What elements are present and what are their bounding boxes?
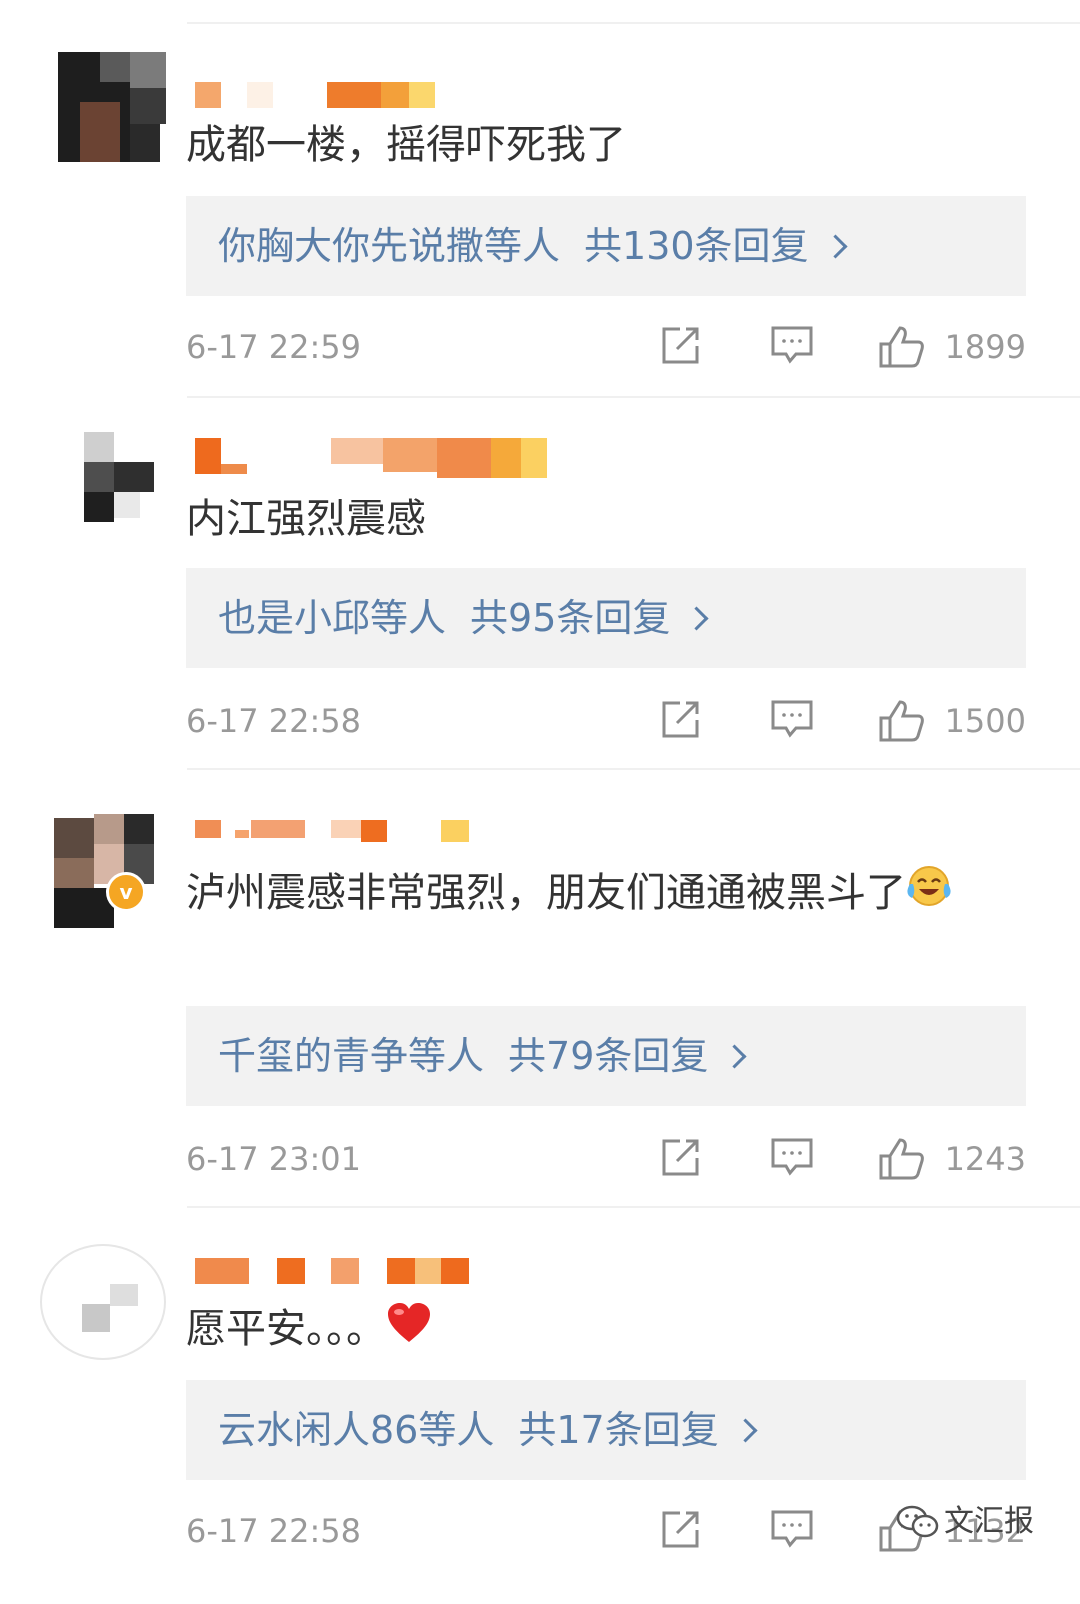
reply-summary[interactable]: 你胸大你先说撒等人 共130条回复: [186, 196, 1026, 296]
comment-time: 6-17 22:58: [186, 702, 362, 740]
reply-users: 云水闲人86等人: [218, 1408, 495, 1452]
top-divider: [187, 22, 1080, 24]
verified-badge: v: [106, 872, 146, 912]
chevron-right-icon: [733, 1418, 758, 1443]
like-count: 1500: [944, 702, 1026, 740]
comment-divider: [187, 396, 1080, 398]
username-blurred[interactable]: [195, 820, 469, 846]
like-count: 1243: [944, 1140, 1026, 1178]
reply-users: 也是小邱等人: [218, 596, 447, 640]
laughing-crying-emoji: [906, 864, 952, 926]
comment-divider: [187, 1206, 1080, 1208]
reply-summary[interactable]: 云水闲人86等人 共17条回复: [186, 1380, 1026, 1480]
thumbs-up-icon[interactable]: [878, 698, 926, 746]
reply-count: 共95条回复: [470, 596, 671, 640]
share-icon[interactable]: [660, 324, 702, 370]
share-icon[interactable]: [660, 1508, 702, 1554]
comment-meta: 6-17 22:58 1500: [186, 696, 1026, 746]
thumbs-up-icon[interactable]: [878, 1136, 926, 1184]
comment-text: 内江强烈震感: [186, 496, 426, 542]
reply-summary[interactable]: 千玺的青争等人 共79条回复: [186, 1006, 1026, 1106]
comment-icon[interactable]: [770, 324, 814, 370]
reply-count: 共130条回复: [584, 224, 809, 268]
chevron-right-icon: [722, 1044, 747, 1069]
like-count: 1899: [944, 328, 1026, 366]
thumbs-up-icon[interactable]: [878, 324, 926, 372]
red-heart-emoji: [386, 1300, 432, 1362]
avatar[interactable]: [40, 1244, 166, 1360]
comment-meta: 6-17 22:59 1899: [186, 322, 1026, 372]
avatar[interactable]: [40, 432, 166, 548]
comment-icon[interactable]: [770, 698, 814, 744]
comment-text: 泸州震感非常强烈，朋友们通通被黑斗了: [186, 862, 1020, 926]
watermark-text: 文汇报: [944, 1504, 1034, 1539]
comment-icon[interactable]: [770, 1508, 814, 1554]
comment-divider: [187, 768, 1080, 770]
avatar[interactable]: v: [40, 814, 166, 930]
comment-time: 6-17 22:58: [186, 1512, 362, 1550]
username-blurred[interactable]: [195, 82, 435, 108]
reply-users: 你胸大你先说撒等人: [218, 224, 561, 268]
comment-icon[interactable]: [770, 1136, 814, 1182]
username-blurred[interactable]: [195, 1258, 469, 1284]
reply-count: 共79条回复: [508, 1034, 709, 1078]
comment-text: 愿平安。。。: [186, 1298, 1020, 1362]
reply-count: 共17条回复: [518, 1408, 719, 1452]
share-icon[interactable]: [660, 698, 702, 744]
share-icon[interactable]: [660, 1136, 702, 1182]
chevron-right-icon: [684, 606, 709, 631]
comment-text: 成都一楼，摇得吓死我了: [186, 122, 626, 168]
comment-time: 6-17 22:59: [186, 328, 362, 366]
reply-summary[interactable]: 也是小邱等人 共95条回复: [186, 568, 1026, 668]
comment-meta: 6-17 23:01 1243: [186, 1134, 1026, 1184]
username-blurred[interactable]: [195, 438, 547, 478]
reply-users: 千玺的青争等人: [218, 1034, 485, 1078]
comment-time: 6-17 23:01: [186, 1140, 362, 1178]
wechat-logo-icon: [896, 1504, 940, 1544]
avatar[interactable]: [40, 52, 166, 168]
chevron-right-icon: [823, 234, 848, 259]
